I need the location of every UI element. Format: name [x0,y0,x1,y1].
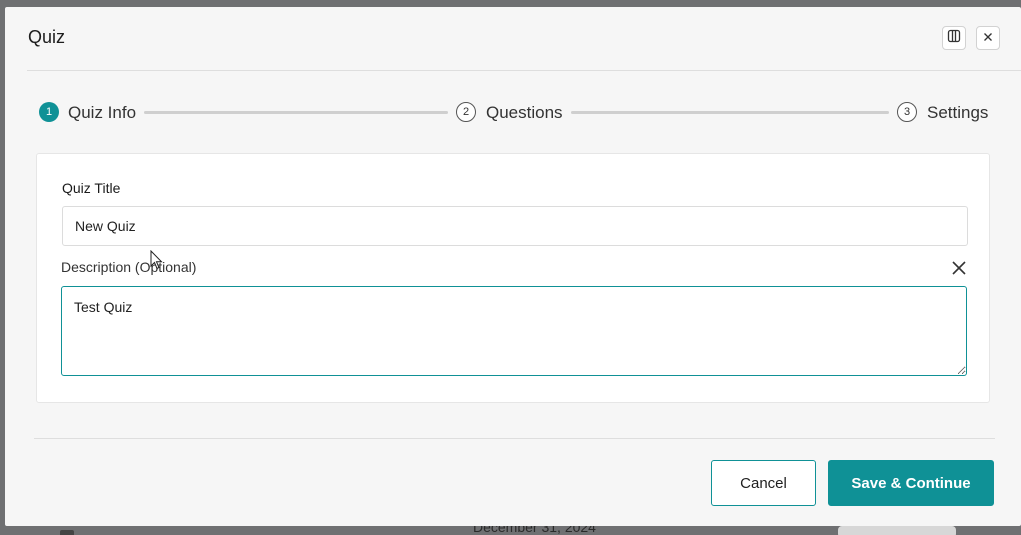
step-connector-1 [144,111,448,114]
step-2-label[interactable]: Questions [486,103,563,123]
description-textarea[interactable]: Test Quiz [61,286,967,376]
step-1-circle[interactable]: 1 [39,102,59,122]
description-remove-button[interactable] [950,259,968,277]
backdrop-checkbox [60,530,74,535]
footer-divider [34,438,995,439]
header-divider [27,70,1021,71]
save-continue-button[interactable]: Save & Continue [828,460,994,506]
step-connector-2 [571,111,889,114]
quiz-stepper: 1 Quiz Info 2 Questions 3 Settings [5,100,1021,126]
mouse-pointer-icon [150,249,164,270]
backdrop-button [838,526,956,535]
description-label: Description (Optional) [61,259,197,275]
step-3-label[interactable]: Settings [927,103,988,123]
close-icon [950,261,968,281]
layout-toggle-button[interactable] [942,26,966,50]
close-icon [983,29,993,47]
quiz-title-label: Quiz Title [62,180,121,196]
step-1-label[interactable]: Quiz Info [68,103,136,123]
step-3-circle[interactable]: 3 [897,102,917,122]
quiz-info-card: Quiz Title Description (Optional) Test Q… [36,153,990,403]
columns-icon [947,29,961,48]
modal-close-button[interactable] [976,26,1000,50]
step-2-circle[interactable]: 2 [456,102,476,122]
modal-title: Quiz [28,27,66,47]
quiz-title-input[interactable] [62,206,968,246]
cancel-button[interactable]: Cancel [711,460,816,506]
